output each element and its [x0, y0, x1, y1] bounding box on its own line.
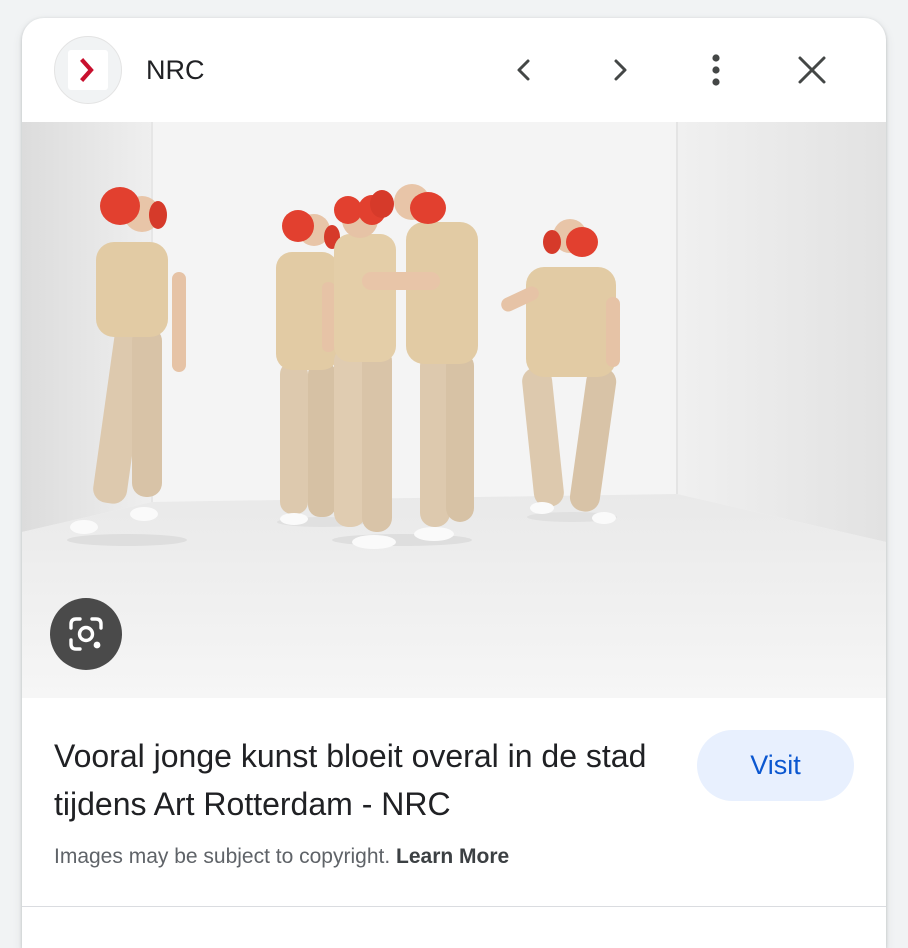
- close-button[interactable]: [784, 42, 840, 98]
- preview-image[interactable]: [22, 122, 886, 698]
- chevron-left-icon: [517, 59, 530, 81]
- close-icon: [798, 56, 826, 84]
- google-lens-button[interactable]: [50, 598, 122, 670]
- preview-header: NRC: [22, 18, 886, 122]
- copyright-text: Images may be subject to copyright.: [54, 845, 391, 868]
- nrc-logo-icon: [68, 50, 108, 90]
- previous-button[interactable]: [496, 42, 552, 98]
- more-options-button[interactable]: [688, 42, 744, 98]
- site-favicon[interactable]: [54, 36, 122, 104]
- divider: [22, 906, 886, 907]
- google-lens-icon: [69, 617, 103, 651]
- visit-button[interactable]: Visit: [697, 730, 854, 801]
- result-title[interactable]: Vooral jonge kunst bloeit overal in de s…: [54, 732, 674, 828]
- chevron-right-icon: [614, 59, 627, 81]
- image-preview-card: NRC Vooral jonge kunst bloeit overal in …: [22, 18, 886, 948]
- more-vert-icon: [712, 54, 720, 86]
- next-button[interactable]: [592, 42, 648, 98]
- dancers-photo: [22, 122, 886, 698]
- learn-more-link[interactable]: Learn More: [396, 845, 509, 868]
- copyright-notice: Images may be subject to copyright. Lear…: [54, 844, 509, 870]
- site-name: NRC: [146, 55, 205, 85]
